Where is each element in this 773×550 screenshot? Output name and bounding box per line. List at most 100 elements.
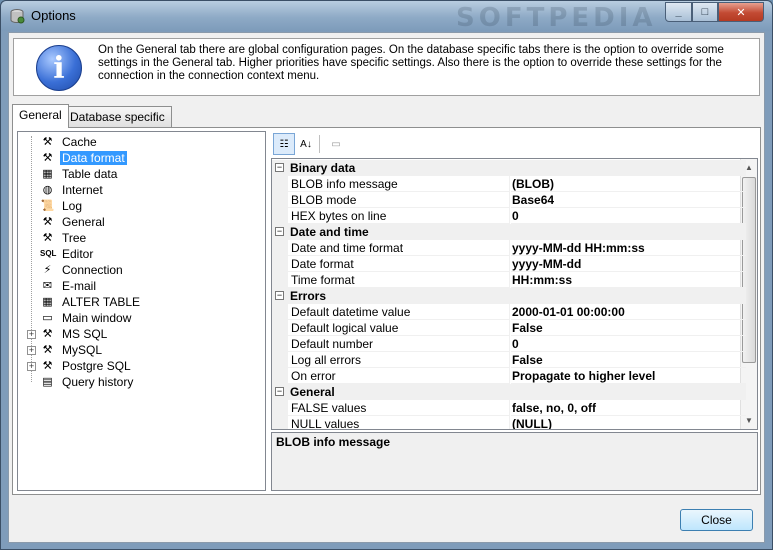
collapse-icon[interactable]: − [275, 163, 284, 172]
property-name: FALSE values [288, 400, 510, 416]
grid-category-label: Date and time [290, 225, 369, 239]
property-value[interactable]: (BLOB) [511, 176, 746, 192]
watermark: SOFTPEDIA [456, 3, 657, 33]
tree-item[interactable]: ✉ E-mail [18, 278, 264, 294]
expand-icon[interactable]: + [27, 362, 36, 371]
property-name: BLOB mode [288, 192, 510, 208]
tab-database-specific[interactable]: Database specific [63, 106, 172, 127]
property-value[interactable]: yyyy-MM-dd [511, 256, 746, 272]
property-value[interactable]: False [511, 320, 746, 336]
grid-property-row[interactable]: HEX bytes on line 0 [272, 208, 746, 224]
property-name: BLOB info message [288, 176, 510, 192]
grid-category[interactable]: − General [272, 384, 746, 400]
tree-item[interactable]: ▦ ALTER TABLE [18, 294, 264, 310]
property-value[interactable]: false, no, 0, off [511, 400, 746, 416]
tree-item-label: Log [62, 199, 83, 213]
row-gutter [272, 320, 288, 336]
tree-item[interactable]: ⚒ General [18, 214, 264, 230]
grid-property-row[interactable]: On error Propagate to higher level [272, 368, 746, 384]
property-name: On error [288, 368, 510, 384]
property-value[interactable]: 0 [511, 336, 746, 352]
grid-property-row[interactable]: BLOB info message (BLOB) [272, 176, 746, 192]
grid-category[interactable]: − Errors [272, 288, 746, 304]
row-gutter [272, 272, 288, 288]
row-gutter [272, 256, 288, 272]
tree-item[interactable]: 📜 Log [18, 198, 264, 214]
expand-icon[interactable]: + [27, 330, 36, 339]
tree-item[interactable]: + ⚒ MySQL [18, 342, 264, 358]
options-tree[interactable]: ⚒ Cache ⚒ Data format ▦ Table data ◍ Internet 📜 L… [17, 131, 266, 491]
tree-item[interactable]: SQL Editor [18, 246, 264, 262]
tab-panel: ⚒ Cache ⚒ Data format ▦ Table data ◍ Internet 📜 L… [12, 127, 761, 495]
info-icon: i [36, 45, 82, 91]
grid-property-row[interactable]: Default number 0 [272, 336, 746, 352]
collapse-icon[interactable]: − [275, 291, 284, 300]
tree-item[interactable]: ◍ Internet [18, 182, 264, 198]
collapse-icon[interactable]: − [275, 227, 284, 236]
collapse-icon[interactable]: − [275, 387, 284, 396]
email-icon: ✉ [42, 280, 53, 292]
grid-property-row[interactable]: Time format HH:mm:ss [272, 272, 746, 288]
tree-item-label: ALTER TABLE [62, 295, 141, 309]
grid-category[interactable]: − Binary data [272, 160, 746, 176]
property-description: BLOB info message [271, 432, 758, 491]
row-gutter [272, 192, 288, 208]
database-icon [10, 9, 25, 24]
property-value[interactable]: HH:mm:ss [511, 272, 746, 288]
property-value[interactable]: Base64 [511, 192, 746, 208]
close-window-button[interactable]: ✕ [718, 2, 764, 22]
alter-table-icon: ▦ [42, 296, 53, 308]
tools-icon: ⚒ [42, 344, 53, 356]
row-gutter [272, 400, 288, 416]
grid-property-row[interactable]: FALSE values false, no, 0, off [272, 400, 746, 416]
tree-item-label: Connection [62, 263, 123, 277]
info-text: On the General tab there are global conf… [98, 44, 724, 82]
property-value[interactable]: False [511, 352, 746, 368]
grid-property-row[interactable]: NULL values (NULL) [272, 416, 746, 429]
alphabetical-sort-icon[interactable]: A↓ [295, 133, 317, 155]
tree-item[interactable]: ⚒ Data format [18, 150, 264, 166]
property-name: Default number [288, 336, 510, 352]
tab-general[interactable]: General [12, 104, 69, 128]
expand-icon[interactable]: + [27, 346, 36, 355]
window-title: Options [31, 8, 76, 23]
tree-item-label: Table data [62, 167, 118, 181]
tree-item[interactable]: ▤ Query history [18, 374, 264, 390]
tree-item[interactable]: ⚡ Connection [18, 262, 264, 278]
row-gutter [272, 352, 288, 368]
property-value[interactable]: (NULL) [511, 416, 746, 429]
maximize-button[interactable]: □ [692, 2, 718, 22]
property-toolbar: ☷ A↓ ▭ [271, 131, 758, 157]
tree-item[interactable]: + ⚒ Postgre SQL [18, 358, 264, 374]
grid-property-row[interactable]: Default datetime value 2000-01-01 00:00:0… [272, 304, 746, 320]
categorized-icon[interactable]: ☷ [273, 133, 295, 155]
property-grid[interactable]: ▲ ▼ − Binary data BLOB info message (BLOB) B… [271, 158, 758, 430]
grid-property-row[interactable]: Log all errors False [272, 352, 746, 368]
tree-item-label: E-mail [62, 279, 97, 293]
property-value[interactable]: 0 [511, 208, 746, 224]
minimize-button[interactable]: _ [665, 2, 692, 22]
tree-item[interactable]: + ⚒ MS SQL [18, 326, 264, 342]
title-bar[interactable]: Options SOFTPEDIA _ □ ✕ [1, 1, 772, 33]
tree-item[interactable]: ▦ Table data [18, 166, 264, 182]
property-value[interactable]: Propagate to higher level [511, 368, 746, 384]
tree-item-label: Query history [62, 375, 134, 389]
grid-property-row[interactable]: Date format yyyy-MM-dd [272, 256, 746, 272]
property-name: Log all errors [288, 352, 510, 368]
grid-property-row[interactable]: BLOB mode Base64 [272, 192, 746, 208]
grid-property-row[interactable]: Date and time format yyyy-MM-dd HH:mm:ss [272, 240, 746, 256]
tree-item[interactable]: ⚒ Tree [18, 230, 264, 246]
property-value[interactable]: yyyy-MM-dd HH:mm:ss [511, 240, 746, 256]
close-button[interactable]: Close [680, 509, 753, 531]
property-name: Default datetime value [288, 304, 510, 320]
grid-category[interactable]: − Date and time [272, 224, 746, 240]
property-name: Date format [288, 256, 510, 272]
tree-item-label: Editor [62, 247, 94, 261]
tree-item[interactable]: ▭ Main window [18, 310, 264, 326]
property-pages-icon[interactable]: ▭ [325, 133, 347, 155]
property-value[interactable]: 2000-01-01 00:00:00 [511, 304, 746, 320]
grid-property-row[interactable]: Default logical value False [272, 320, 746, 336]
tree-item[interactable]: ⚒ Cache [18, 134, 264, 150]
row-gutter [272, 304, 288, 320]
tools-icon: ⚒ [42, 360, 53, 372]
